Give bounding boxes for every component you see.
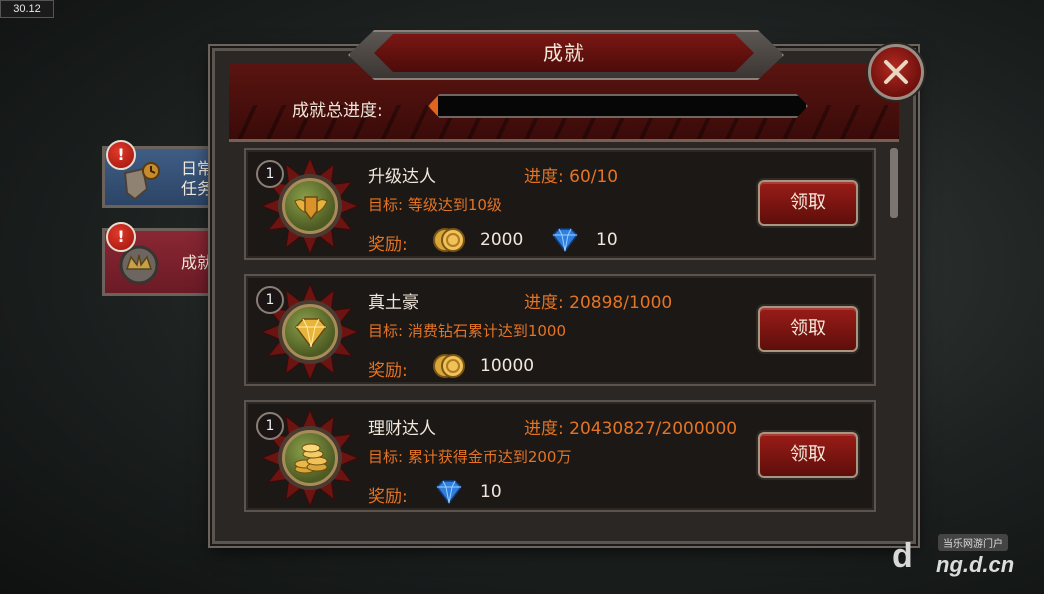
diamond-icon bbox=[548, 226, 582, 258]
diamond-icon bbox=[432, 478, 466, 510]
list-scrollbar[interactable] bbox=[890, 148, 898, 218]
achievement-progress: 进度: 20898/1000 bbox=[524, 293, 673, 313]
achievement-card: 1 理财达人 进度: 20430827/2000000 目标: 累计获得金币达到200… bbox=[244, 400, 876, 512]
coin-stack-icon bbox=[282, 430, 338, 486]
winged-shield-icon bbox=[282, 178, 338, 234]
window-title: 成就 bbox=[543, 41, 585, 65]
fps-counter: 30.12 bbox=[0, 0, 54, 18]
achievement-card: 1 升级达人 进度: 60/10 目标: 等级达到10级 奖励: 2000 10 领取 bbox=[244, 148, 876, 260]
achievement-goal: 目标: 消费钻石累计达到1000 bbox=[368, 322, 566, 340]
achievement-level-badge: 1 bbox=[256, 160, 284, 188]
reward-label: 奖励: bbox=[368, 487, 408, 507]
reward-value: 10 bbox=[596, 230, 618, 250]
claim-button[interactable]: 领取 bbox=[758, 306, 858, 352]
close-button[interactable] bbox=[868, 44, 924, 100]
achievement-goal: 目标: 累计获得金币达到200万 bbox=[368, 448, 572, 466]
achievement-name: 真土豪 bbox=[368, 293, 419, 313]
overall-progress-label: 成就总进度: bbox=[292, 101, 383, 121]
watermark-tag: 当乐网游门户 bbox=[938, 534, 1008, 551]
reward-label: 奖励: bbox=[368, 235, 408, 255]
overall-progress-bar bbox=[428, 94, 808, 118]
achievement-goal: 目标: 等级达到10级 bbox=[368, 196, 502, 214]
reward-value: 10 bbox=[480, 482, 502, 502]
achievement-level-badge: 1 bbox=[256, 412, 284, 440]
claim-button[interactable]: 领取 bbox=[758, 180, 858, 226]
alert-badge-achievements: ! bbox=[106, 222, 136, 252]
watermark-site: ng.d.cn bbox=[936, 552, 1015, 577]
watermark-logo: d bbox=[892, 537, 913, 575]
reward-label: 奖励: bbox=[368, 361, 408, 381]
close-icon bbox=[884, 60, 908, 84]
achievement-list[interactable]: 1 升级达人 进度: 60/10 目标: 等级达到10级 奖励: 2000 10 领取 1 真土豪… bbox=[244, 148, 878, 520]
gold-coin-icon bbox=[432, 352, 466, 384]
reward-value: 10000 bbox=[480, 356, 535, 376]
achievement-progress: 进度: 60/10 bbox=[524, 167, 619, 187]
achievement-name: 理财达人 bbox=[368, 419, 436, 439]
gold-coin-icon bbox=[432, 226, 466, 258]
alert-badge-daily: ! bbox=[106, 140, 136, 170]
reward-value: 2000 bbox=[480, 230, 524, 250]
diamond-icon bbox=[282, 304, 338, 360]
tab-daily-line1: 日常 bbox=[180, 159, 213, 178]
claim-button[interactable]: 领取 bbox=[758, 432, 858, 478]
achievement-level-badge: 1 bbox=[256, 286, 284, 314]
achievement-name: 升级达人 bbox=[368, 167, 436, 187]
tab-daily-line2: 任务 bbox=[180, 179, 213, 198]
achievement-card: 1 真土豪 进度: 20898/1000 目标: 消费钻石累计达到1000 奖励: 100… bbox=[244, 274, 876, 386]
achievement-progress: 进度: 20430827/2000000 bbox=[524, 419, 738, 439]
